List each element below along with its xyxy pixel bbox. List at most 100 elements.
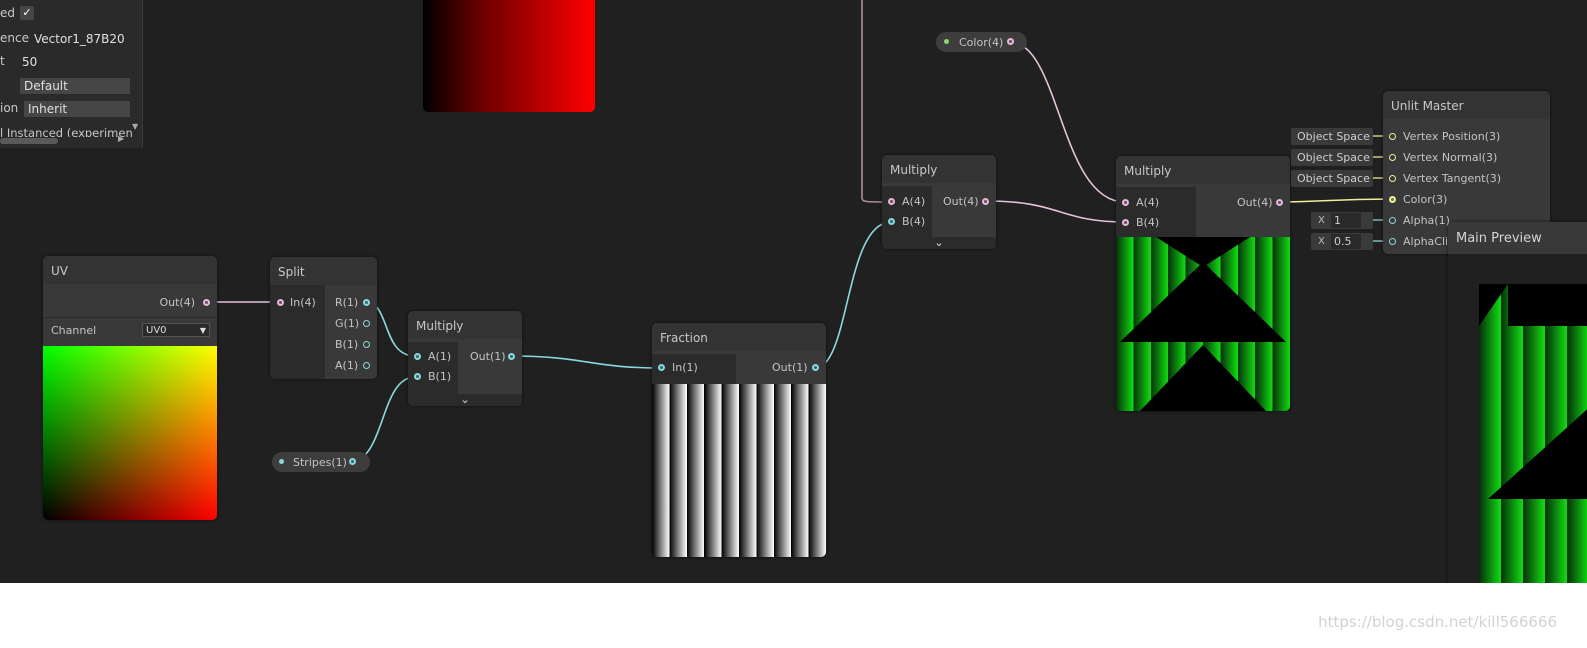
split-r-port[interactable] [363, 299, 370, 306]
multiply-1-a-label: A(1) [428, 350, 452, 363]
vertex-tangent-port[interactable] [1389, 175, 1396, 182]
fraction-in-label: In(1) [672, 361, 698, 374]
multiply-3-title: Multiply [1116, 156, 1290, 184]
alpha-port[interactable] [1389, 217, 1396, 224]
unlit-master-title: Unlit Master [1383, 91, 1550, 119]
uv-node-title: UV [43, 256, 217, 284]
multiply-3-out-label: Out(4) [1237, 196, 1273, 209]
scroll-right-icon[interactable]: ▶ [118, 134, 124, 143]
multiply-3-b-label: B(4) [1136, 216, 1160, 229]
wire-multiply-fraction [511, 355, 662, 369]
chevron-down-icon: ▼ [199, 326, 206, 335]
reference-field[interactable]: Vector1_87B20 [30, 31, 130, 47]
vertex-tangent-label: Vertex Tangent(3) [1403, 172, 1502, 185]
multiply-node-2[interactable]: Multiply A(4) B(4) Out(4) ⌄ [882, 155, 996, 249]
inspector-row-default: t [0, 54, 5, 68]
fraction-preview [652, 384, 826, 557]
split-r-label: R(1) [335, 296, 359, 309]
multiply-2-out-port[interactable] [982, 198, 989, 205]
wire-color-multiply3 [1009, 41, 1126, 203]
color-property-node[interactable]: Color(4) [936, 32, 1027, 52]
exposed-checkbox[interactable]: ✓ [20, 6, 34, 20]
stripes-label: Stripes(1) [293, 456, 347, 469]
uv-node[interactable]: UV Out(4) Channel UV0 ▼ [43, 256, 217, 520]
multiply-1-out-port[interactable] [508, 353, 515, 360]
split-a-label: A(1) [335, 359, 359, 372]
wire-multiply2-multiply3 [986, 200, 1126, 223]
graph-inspector-panel: ed ✓ ence Vector1_87B20 t 50 Default ion… [0, 0, 143, 148]
split-b-port[interactable] [363, 341, 370, 348]
multiply-3-a-port[interactable] [1122, 199, 1129, 206]
color-indicator-icon [944, 39, 949, 44]
stripes-property-node[interactable]: Stripes(1) [272, 452, 370, 472]
split-in-label: In(4) [290, 296, 316, 309]
multiply-1-b-label: B(1) [428, 370, 452, 383]
main-preview-viewport[interactable] [1448, 254, 1587, 583]
scroll-down-icon[interactable]: ▼ [132, 122, 138, 131]
vertex-normal-label: Vertex Normal(3) [1403, 151, 1498, 164]
multiply-2-a-port[interactable] [888, 198, 895, 205]
split-in-port[interactable] [277, 299, 284, 306]
color-input-label: Color(3) [1403, 193, 1448, 206]
vertex-tangent-space-tag[interactable]: Object Space [1291, 170, 1373, 187]
multiply-3-b-port[interactable] [1122, 219, 1129, 226]
vertex-normal-port[interactable] [1389, 154, 1396, 161]
stripes-out-port[interactable] [349, 458, 356, 465]
main-preview-title: Main Preview [1456, 231, 1542, 246]
vertex-position-label: Vertex Position(3) [1403, 130, 1501, 143]
color-input-port[interactable] [1389, 196, 1396, 203]
multiply-2-a-label: A(4) [902, 195, 926, 208]
alpha-input-field[interactable]: X 1 [1311, 212, 1373, 229]
fraction-in-port[interactable] [658, 364, 665, 371]
wire-fraction-multiply2 [814, 221, 892, 369]
vertex-position-space-tag[interactable]: Object Space [1291, 128, 1373, 145]
uv-out-port-label: Out(4) [159, 296, 195, 309]
multiply-node-1[interactable]: Multiply A(1) B(1) Out(1) ⌄ [408, 311, 522, 406]
mode-dropdown[interactable]: Default [20, 78, 130, 94]
color-label: Color(4) [959, 36, 1004, 49]
fraction-node[interactable]: Fraction In(1) Out(1) [652, 323, 826, 557]
multiply-2-expand-chevron-icon[interactable]: ⌄ [882, 237, 996, 249]
split-node[interactable]: Split In(4) R(1) G(1) B(1) A(1) [270, 257, 377, 379]
multiply-3-a-label: A(4) [1136, 196, 1160, 209]
wire-stripes-multiply [350, 376, 416, 462]
multiply-1-a-port[interactable] [414, 353, 421, 360]
vertex-position-port[interactable] [1389, 133, 1396, 140]
shader-graph-canvas[interactable]: ed ✓ ence Vector1_87B20 t 50 Default ion… [0, 0, 1587, 583]
multiply-1-expand-chevron-icon[interactable]: ⌄ [408, 394, 522, 406]
alphaclip-input-field[interactable]: X 0.5 [1311, 233, 1373, 250]
default-value-field[interactable]: 50 [18, 54, 130, 70]
uv-preview [43, 346, 217, 520]
split-g-label: G(1) [335, 317, 360, 330]
watermark-text: https://blog.csdn.net/kill566666 [1318, 613, 1557, 631]
fraction-out-port[interactable] [812, 364, 819, 371]
split-b-label: B(1) [335, 338, 359, 351]
alpha-label: Alpha(1) [1403, 214, 1450, 227]
precision-dropdown[interactable]: Inherit [24, 101, 130, 117]
channel-label: Channel [51, 324, 97, 337]
alphaclip-port[interactable] [1389, 238, 1396, 245]
color-out-port[interactable] [1007, 38, 1014, 45]
multiply-3-out-port[interactable] [1276, 199, 1283, 206]
multiply-node-3[interactable]: Multiply A(4) B(4) Out(4) [1116, 156, 1290, 411]
multiply-1-b-port[interactable] [414, 373, 421, 380]
wire-multiply3-master [1280, 198, 1393, 203]
uv-out-port[interactable] [203, 299, 210, 306]
inspector-row-reference: ence [0, 31, 29, 45]
inspector-row-exposed: ed ✓ [0, 6, 34, 24]
split-a-port[interactable] [363, 362, 370, 369]
vertex-normal-space-tag[interactable]: Object Space [1291, 149, 1373, 166]
multiply-2-title: Multiply [882, 155, 996, 183]
multiply-1-title: Multiply [408, 311, 522, 339]
fraction-out-label: Out(1) [772, 361, 808, 374]
split-g-port[interactable] [363, 320, 370, 327]
split-node-title: Split [270, 257, 377, 285]
multiply-2-b-port[interactable] [888, 218, 895, 225]
inspector-scrollbar[interactable]: ▶ [0, 134, 130, 145]
multiply-1-out-label: Out(1) [470, 350, 506, 363]
multiply-3-preview [1116, 237, 1290, 411]
main-preview-panel[interactable]: Main Preview [1448, 222, 1587, 583]
fraction-title: Fraction [652, 323, 826, 351]
channel-dropdown[interactable]: UV0 ▼ [142, 323, 210, 337]
stripes-indicator-icon [279, 459, 284, 464]
